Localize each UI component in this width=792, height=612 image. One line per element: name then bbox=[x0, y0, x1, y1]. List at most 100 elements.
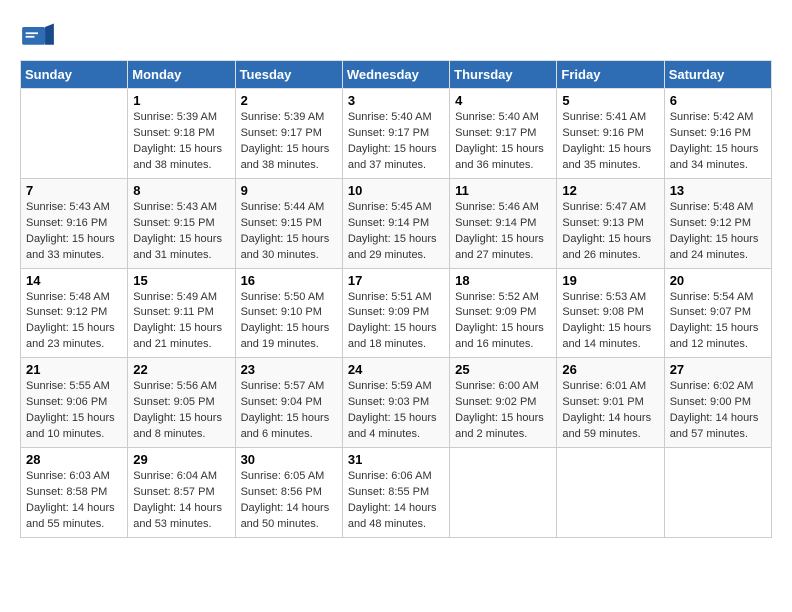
day-info: Sunrise: 5:40 AM Sunset: 9:17 PM Dayligh… bbox=[455, 110, 551, 174]
day-info: Sunrise: 5:43 AM Sunset: 9:15 PM Dayligh… bbox=[133, 200, 229, 264]
calendar-cell: 5 Sunrise: 5:41 AM Sunset: 9:16 PM Daylig… bbox=[557, 89, 664, 179]
calendar-cell: 7Sunrise: 5:43 AM Sunset: 9:16 PM Daylig… bbox=[21, 178, 128, 268]
day-info: Sunrise: 5:52 AM Sunset: 9:09 PM Dayligh… bbox=[455, 290, 551, 354]
logo-icon bbox=[20, 20, 56, 50]
calendar-week-row: 21 Sunrise: 5:55 AM Sunset: 9:06 PM Dayli… bbox=[21, 358, 772, 448]
calendar-cell: 22 Sunrise: 5:56 AM Sunset: 9:05 PM Dayli… bbox=[128, 358, 235, 448]
day-number: 21 bbox=[26, 362, 122, 377]
calendar-cell: 4 Sunrise: 5:40 AM Sunset: 9:17 PM Daylig… bbox=[450, 89, 557, 179]
day-number: 13 bbox=[670, 183, 766, 198]
day-info: Sunrise: 5:45 AM Sunset: 9:14 PM Dayligh… bbox=[348, 200, 444, 264]
day-number: 27 bbox=[670, 362, 766, 377]
calendar-cell: 16Sunrise: 5:50 AM Sunset: 9:10 PM Dayli… bbox=[235, 268, 342, 358]
calendar-cell bbox=[664, 448, 771, 538]
day-number: 19 bbox=[562, 273, 658, 288]
day-number: 5 bbox=[562, 93, 658, 108]
day-info: Sunrise: 6:03 AM Sunset: 8:58 PM Dayligh… bbox=[26, 469, 122, 533]
calendar-cell: 13 Sunrise: 5:48 AM Sunset: 9:12 PM Dayli… bbox=[664, 178, 771, 268]
page-header bbox=[20, 20, 772, 50]
day-number: 15 bbox=[133, 273, 229, 288]
day-info: Sunrise: 6:01 AM Sunset: 9:01 PM Dayligh… bbox=[562, 379, 658, 443]
day-number: 4 bbox=[455, 93, 551, 108]
day-number: 3 bbox=[348, 93, 444, 108]
day-info: Sunrise: 5:48 AM Sunset: 9:12 PM Dayligh… bbox=[26, 290, 122, 354]
day-info: Sunrise: 6:06 AM Sunset: 8:55 PM Dayligh… bbox=[348, 469, 444, 533]
day-number: 2 bbox=[241, 93, 337, 108]
day-info: Sunrise: 5:40 AM Sunset: 9:17 PM Dayligh… bbox=[348, 110, 444, 174]
calendar-week-row: 1 Sunrise: 5:39 AM Sunset: 9:18 PM Daylig… bbox=[21, 89, 772, 179]
day-info: Sunrise: 5:59 AM Sunset: 9:03 PM Dayligh… bbox=[348, 379, 444, 443]
column-header-saturday: Saturday bbox=[664, 61, 771, 89]
calendar-cell bbox=[21, 89, 128, 179]
day-info: Sunrise: 5:39 AM Sunset: 9:17 PM Dayligh… bbox=[241, 110, 337, 174]
calendar-cell: 12 Sunrise: 5:47 AM Sunset: 9:13 PM Dayli… bbox=[557, 178, 664, 268]
day-info: Sunrise: 5:42 AM Sunset: 9:16 PM Dayligh… bbox=[670, 110, 766, 174]
day-info: Sunrise: 5:41 AM Sunset: 9:16 PM Dayligh… bbox=[562, 110, 658, 174]
day-number: 14 bbox=[26, 273, 122, 288]
logo bbox=[20, 20, 62, 50]
calendar-cell: 14 Sunrise: 5:48 AM Sunset: 9:12 PM Dayli… bbox=[21, 268, 128, 358]
column-header-thursday: Thursday bbox=[450, 61, 557, 89]
calendar-cell: 23 Sunrise: 5:57 AM Sunset: 9:04 PM Dayli… bbox=[235, 358, 342, 448]
calendar-cell: 1 Sunrise: 5:39 AM Sunset: 9:18 PM Daylig… bbox=[128, 89, 235, 179]
calendar-cell: 24 Sunrise: 5:59 AM Sunset: 9:03 PM Dayli… bbox=[342, 358, 449, 448]
day-number: 17 bbox=[348, 273, 444, 288]
calendar-cell: 6 Sunrise: 5:42 AM Sunset: 9:16 PM Daylig… bbox=[664, 89, 771, 179]
calendar-cell: 17 Sunrise: 5:51 AM Sunset: 9:09 PM Dayli… bbox=[342, 268, 449, 358]
day-number: 6 bbox=[670, 93, 766, 108]
day-info: Sunrise: 5:54 AM Sunset: 9:07 PM Dayligh… bbox=[670, 290, 766, 354]
calendar-cell: 27 Sunrise: 6:02 AM Sunset: 9:00 PM Dayli… bbox=[664, 358, 771, 448]
day-info: Sunrise: 5:46 AM Sunset: 9:14 PM Dayligh… bbox=[455, 200, 551, 264]
calendar-cell: 25 Sunrise: 6:00 AM Sunset: 9:02 PM Dayli… bbox=[450, 358, 557, 448]
calendar-cell: 9Sunrise: 5:44 AM Sunset: 9:15 PM Daylig… bbox=[235, 178, 342, 268]
day-number: 16 bbox=[241, 273, 337, 288]
day-number: 24 bbox=[348, 362, 444, 377]
day-number: 23 bbox=[241, 362, 337, 377]
day-number: 12 bbox=[562, 183, 658, 198]
day-number: 10 bbox=[348, 183, 444, 198]
calendar-week-row: 28 Sunrise: 6:03 AM Sunset: 8:58 PM Dayli… bbox=[21, 448, 772, 538]
day-info: Sunrise: 5:56 AM Sunset: 9:05 PM Dayligh… bbox=[133, 379, 229, 443]
calendar-cell: 3 Sunrise: 5:40 AM Sunset: 9:17 PM Daylig… bbox=[342, 89, 449, 179]
day-number: 18 bbox=[455, 273, 551, 288]
day-info: Sunrise: 6:05 AM Sunset: 8:56 PM Dayligh… bbox=[241, 469, 337, 533]
day-number: 1 bbox=[133, 93, 229, 108]
day-number: 8 bbox=[133, 183, 229, 198]
day-number: 29 bbox=[133, 452, 229, 467]
calendar-header-row: SundayMondayTuesdayWednesdayThursdayFrid… bbox=[21, 61, 772, 89]
day-info: Sunrise: 5:53 AM Sunset: 9:08 PM Dayligh… bbox=[562, 290, 658, 354]
calendar-cell: 28 Sunrise: 6:03 AM Sunset: 8:58 PM Dayli… bbox=[21, 448, 128, 538]
day-info: Sunrise: 5:43 AM Sunset: 9:16 PM Dayligh… bbox=[26, 200, 122, 264]
calendar-cell: 8 Sunrise: 5:43 AM Sunset: 9:15 PM Daylig… bbox=[128, 178, 235, 268]
calendar-cell: 30Sunrise: 6:05 AM Sunset: 8:56 PM Dayli… bbox=[235, 448, 342, 538]
calendar-cell: 31 Sunrise: 6:06 AM Sunset: 8:55 PM Dayli… bbox=[342, 448, 449, 538]
day-info: Sunrise: 6:04 AM Sunset: 8:57 PM Dayligh… bbox=[133, 469, 229, 533]
day-info: Sunrise: 5:47 AM Sunset: 9:13 PM Dayligh… bbox=[562, 200, 658, 264]
column-header-wednesday: Wednesday bbox=[342, 61, 449, 89]
day-number: 28 bbox=[26, 452, 122, 467]
day-number: 22 bbox=[133, 362, 229, 377]
calendar-cell: 21 Sunrise: 5:55 AM Sunset: 9:06 PM Dayli… bbox=[21, 358, 128, 448]
calendar-week-row: 7Sunrise: 5:43 AM Sunset: 9:16 PM Daylig… bbox=[21, 178, 772, 268]
day-info: Sunrise: 5:39 AM Sunset: 9:18 PM Dayligh… bbox=[133, 110, 229, 174]
calendar-cell: 2 Sunrise: 5:39 AM Sunset: 9:17 PM Daylig… bbox=[235, 89, 342, 179]
day-number: 31 bbox=[348, 452, 444, 467]
calendar-cell: 20Sunrise: 5:54 AM Sunset: 9:07 PM Dayli… bbox=[664, 268, 771, 358]
day-number: 9 bbox=[241, 183, 337, 198]
day-info: Sunrise: 5:55 AM Sunset: 9:06 PM Dayligh… bbox=[26, 379, 122, 443]
day-info: Sunrise: 5:57 AM Sunset: 9:04 PM Dayligh… bbox=[241, 379, 337, 443]
column-header-sunday: Sunday bbox=[21, 61, 128, 89]
day-number: 11 bbox=[455, 183, 551, 198]
calendar-cell: 15 Sunrise: 5:49 AM Sunset: 9:11 PM Dayli… bbox=[128, 268, 235, 358]
calendar-cell: 26 Sunrise: 6:01 AM Sunset: 9:01 PM Dayli… bbox=[557, 358, 664, 448]
day-info: Sunrise: 5:51 AM Sunset: 9:09 PM Dayligh… bbox=[348, 290, 444, 354]
calendar-cell: 11 Sunrise: 5:46 AM Sunset: 9:14 PM Dayli… bbox=[450, 178, 557, 268]
day-number: 26 bbox=[562, 362, 658, 377]
day-info: Sunrise: 6:02 AM Sunset: 9:00 PM Dayligh… bbox=[670, 379, 766, 443]
day-info: Sunrise: 6:00 AM Sunset: 9:02 PM Dayligh… bbox=[455, 379, 551, 443]
calendar-cell: 29 Sunrise: 6:04 AM Sunset: 8:57 PM Dayli… bbox=[128, 448, 235, 538]
calendar-week-row: 14 Sunrise: 5:48 AM Sunset: 9:12 PM Dayli… bbox=[21, 268, 772, 358]
day-number: 25 bbox=[455, 362, 551, 377]
day-info: Sunrise: 5:49 AM Sunset: 9:11 PM Dayligh… bbox=[133, 290, 229, 354]
day-info: Sunrise: 5:48 AM Sunset: 9:12 PM Dayligh… bbox=[670, 200, 766, 264]
